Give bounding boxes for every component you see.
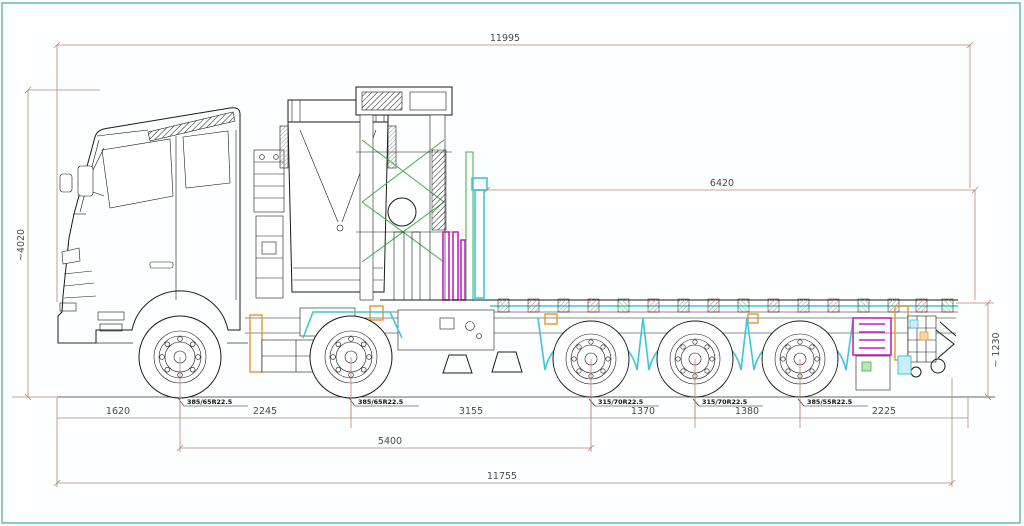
- dim-axle2-axle3: 3155: [459, 406, 483, 417]
- tire-label-axle2: 385/65R22.5: [358, 398, 403, 406]
- dim-axle4-axle5: 1380: [735, 406, 759, 417]
- support-stands: [442, 351, 523, 374]
- truck-technical-drawing: 385/65R22.5 385/65R22.5 315/70R22.5 315/…: [0, 0, 1024, 526]
- dim-body-length: 6420: [710, 178, 734, 189]
- toolbox: [397, 309, 495, 351]
- tire-label-axle5: 385/55R22.5: [807, 398, 852, 406]
- tire-labels: 385/65R22.5 385/65R22.5 315/70R22.5 315/…: [177, 397, 868, 407]
- equipment-column: [255, 215, 284, 299]
- cooler-box: [253, 149, 285, 213]
- dim-front-overhang: 1620: [106, 406, 130, 417]
- magenta-equipment: [852, 317, 892, 391]
- hopper-tank: [279, 99, 397, 293]
- dim-axle1-axle2: 2245: [253, 406, 277, 417]
- door-window: [101, 138, 174, 209]
- dim-bottom-overall: 11755: [487, 471, 517, 482]
- drawing-canvas: 385/65R22.5 385/65R22.5 315/70R22.5 315/…: [1, 2, 1021, 524]
- quarter-window: [182, 130, 231, 189]
- dim-wheelbase: 5400: [378, 436, 402, 447]
- headlight: [61, 247, 81, 265]
- dim-rear-deck-height: ~ 1230: [991, 332, 1002, 367]
- main-mirror: [77, 165, 94, 197]
- rear-underrun-device: [894, 305, 957, 378]
- dim-top-overall: 11995: [490, 33, 520, 44]
- magenta-cylinder: [452, 231, 459, 301]
- dim-overall-height: ~4020: [16, 229, 27, 261]
- dim-rear-overhang: 2225: [872, 406, 896, 417]
- orange-bracket: [544, 313, 558, 325]
- crane-assembly: [253, 86, 488, 301]
- magenta-cylinder: [460, 239, 466, 301]
- tire-label-axle1: 385/65R22.5: [187, 398, 232, 406]
- dimension-lines: 11995 6420 ~4020 ~ 1230 1620 2245 3155 1…: [12, 33, 1002, 487]
- spot-mirror: [59, 173, 73, 193]
- door-handle: [149, 261, 174, 269]
- tire-label-axle4: 315/70R22.5: [702, 398, 747, 406]
- tire-label-axle3: 315/70R22.5: [598, 398, 643, 406]
- orange-bracket: [747, 313, 759, 324]
- green-cylinder: [465, 151, 474, 301]
- stabilizer-post: [471, 177, 488, 299]
- dim-axle3-axle4: 1370: [631, 406, 655, 417]
- truck-cab: [57, 107, 248, 344]
- sheet-border: [1, 2, 1021, 524]
- orange-exhaust: [249, 314, 263, 373]
